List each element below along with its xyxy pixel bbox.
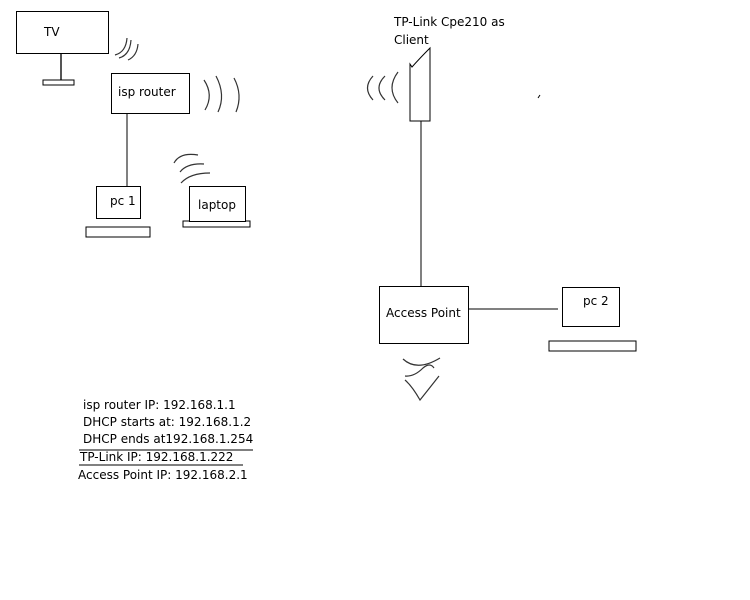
note-isp-router-ip: isp router IP: 192.168.1.1 <box>83 398 236 412</box>
note-dhcp-start: DHCP starts at: 192.168.1.2 <box>83 415 252 429</box>
tv-node: TV <box>16 11 109 54</box>
pc2-keyboard <box>548 340 637 352</box>
ap-wifi-icon <box>402 357 441 402</box>
laptop-wifi-icon <box>173 153 211 184</box>
tplink-label-line1: TP-Link Cpe210 as <box>394 15 505 29</box>
isp-router-node: isp router <box>111 73 190 114</box>
router-wifi-icon <box>203 75 240 113</box>
tplink-label-line2: Client <box>394 33 429 47</box>
tv-label: TV <box>44 25 60 39</box>
tv-wifi-icon <box>114 37 139 61</box>
pc1-node: pc 1 <box>96 186 141 219</box>
pc2-node: pc 2 <box>562 287 620 327</box>
tplink-cpe-device <box>409 46 431 122</box>
pc1-keyboard <box>85 226 151 238</box>
laptop-label: laptop <box>198 198 236 212</box>
access-point-label: Access Point <box>386 306 461 320</box>
note-access-point-ip: Access Point IP: 192.168.2.1 <box>78 468 248 482</box>
stray-mark <box>537 94 541 99</box>
note-dhcp-end: DHCP ends at192.168.1.254 <box>83 432 254 446</box>
note-tplink-ip: TP-Link IP: 192.168.1.222 <box>80 450 234 464</box>
tplink-wifi-icon <box>366 71 399 104</box>
access-point-node: Access Point <box>379 286 469 344</box>
pc1-label: pc 1 <box>110 194 136 208</box>
pc2-label: pc 2 <box>583 294 609 308</box>
tv-base <box>42 79 75 86</box>
isp-router-label: isp router <box>118 85 176 99</box>
laptop-node: laptop <box>189 186 246 222</box>
